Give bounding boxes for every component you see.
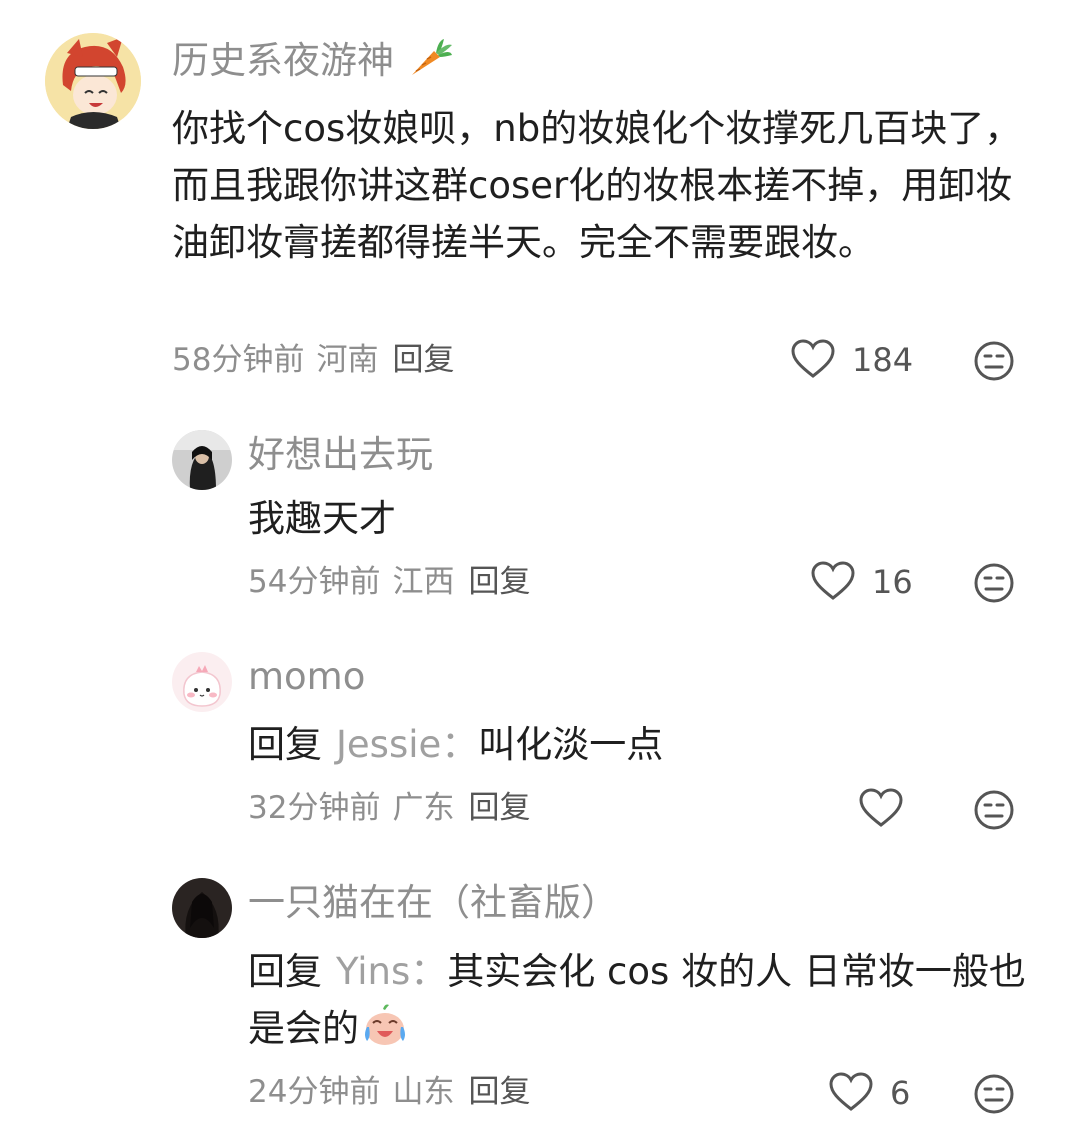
heart-outline-icon <box>811 561 855 600</box>
heart-outline-icon <box>791 339 835 378</box>
reply-button[interactable]: 回复 <box>468 564 530 600</box>
neutral-face-icon <box>974 790 1014 830</box>
heart-outline-icon <box>829 1072 873 1111</box>
neutral-face-icon <box>974 341 1014 381</box>
reply-button[interactable]: 回复 <box>392 342 454 378</box>
comment-text: 叫化淡一点 <box>478 723 664 766</box>
avatar[interactable] <box>172 430 232 490</box>
comment-location: 河南 <box>316 342 379 378</box>
comment-username[interactable]: 历史系夜游神 <box>172 37 454 83</box>
reply-button[interactable]: 回复 <box>468 1074 530 1110</box>
avatar[interactable] <box>172 878 232 938</box>
dislike-button[interactable] <box>973 562 1015 604</box>
crying-laugh-emoji <box>361 1001 409 1049</box>
comment-location: 山东 <box>392 1074 455 1110</box>
neutral-face-icon <box>974 1074 1014 1114</box>
reply-target-user[interactable]: Yins： <box>336 950 447 993</box>
like-button[interactable] <box>810 560 856 602</box>
reply-prefix: 回复 <box>248 723 322 766</box>
dislike-button[interactable] <box>973 340 1015 382</box>
heart-outline-icon <box>859 788 903 827</box>
comment-text: 我趣天才 <box>248 497 396 540</box>
like-count: 16 <box>872 563 913 601</box>
like-count: 184 <box>852 341 914 379</box>
avatar[interactable] <box>45 33 141 129</box>
like-count: 6 <box>890 1074 911 1112</box>
comment-location: 广东 <box>392 790 455 826</box>
comment-location: 江西 <box>392 564 455 600</box>
comment-username[interactable]: momo <box>248 655 365 699</box>
carrot-icon <box>408 37 454 79</box>
comment-text-line: 回复 Jessie：叫化淡一点 <box>248 716 1028 773</box>
comment-meta: 32分钟前 广东 回复 <box>248 788 530 828</box>
like-button[interactable] <box>858 787 904 829</box>
comment-text: 你找个cos妆娘呗，nb的妆娘化个妆撑死几百块了，而且我跟你讲这群coser化的… <box>172 107 1022 264</box>
dislike-button[interactable] <box>973 1073 1015 1115</box>
comment-time: 32分钟前 <box>248 790 381 826</box>
neutral-face-icon <box>974 563 1014 603</box>
like-button[interactable] <box>790 338 836 380</box>
avatar[interactable] <box>172 652 232 712</box>
reply-button[interactable]: 回复 <box>468 790 530 826</box>
dislike-button[interactable] <box>973 789 1015 831</box>
comment-meta: 54分钟前 江西 回复 <box>248 562 530 602</box>
comment-meta: 58分钟前 河南 回复 <box>172 340 454 380</box>
comment-meta: 24分钟前 山东 回复 <box>248 1072 530 1112</box>
comment-username[interactable]: 好想出去玩 <box>248 433 433 477</box>
reply-target-user[interactable]: Jessie： <box>336 723 478 766</box>
comment-time: 54分钟前 <box>248 564 381 600</box>
like-button[interactable] <box>828 1071 874 1113</box>
comment-text-block: 回复 Yins：其实会化 cos 妆的人 日常妆一般也是会的 <box>248 943 1038 1057</box>
reply-prefix: 回复 <box>248 950 322 993</box>
comment-time: 24分钟前 <box>248 1074 381 1110</box>
comment-time: 58分钟前 <box>172 342 305 378</box>
comment-username[interactable]: 一只猫在在（社畜版） <box>248 881 618 925</box>
